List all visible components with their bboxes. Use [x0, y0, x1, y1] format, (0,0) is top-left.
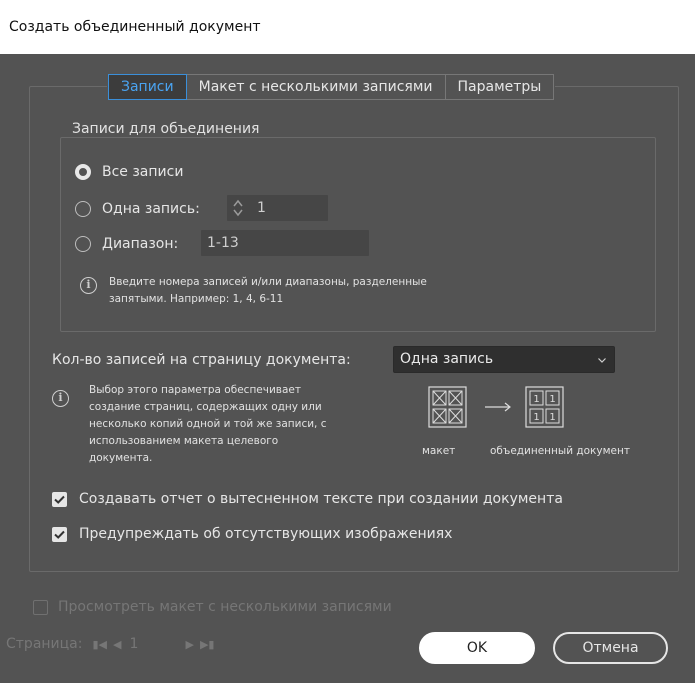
info-icon: i [80, 277, 97, 294]
checkmark-icon [54, 495, 65, 504]
radio-range-label: Диапазон: [102, 236, 179, 252]
svg-text:1: 1 [549, 412, 555, 423]
radio-single-record-label: Одна запись: [102, 201, 200, 217]
missing-images-checkbox[interactable] [52, 527, 67, 542]
tab-bar: Записи Макет с несколькими записями Пара… [107, 74, 556, 100]
radio-all-records[interactable]: Все записи [75, 164, 183, 180]
missing-images-label: Предупреждать об отсутствующих изображен… [79, 526, 453, 542]
svg-text:1: 1 [549, 394, 555, 405]
layout-diagram: 1 1 1 1 [428, 386, 564, 428]
tab-options[interactable]: Параметры [445, 74, 555, 100]
checkmark-icon [54, 530, 65, 539]
source-layout-icon [428, 386, 467, 428]
arrow-right-icon [485, 402, 511, 412]
page-label: Страница: [6, 636, 83, 652]
overset-report-checkbox[interactable] [52, 492, 67, 507]
overset-report-label: Создавать отчет о вытесненном тексте при… [79, 491, 563, 507]
svg-text:1: 1 [533, 412, 539, 423]
records-group-title: Записи для объединения [68, 121, 264, 137]
radio-button[interactable] [75, 236, 91, 252]
merged-document-icon: 1 1 1 1 [525, 386, 564, 428]
first-page-icon[interactable]: ▮◀ [92, 638, 107, 651]
last-page-icon[interactable]: ▶▮ [200, 638, 215, 651]
previous-page-icon[interactable]: ◀ [113, 638, 121, 651]
preview-checkbox[interactable] [33, 600, 48, 615]
records-per-page-hint: Выбор этого параметра обеспечивает созда… [89, 384, 327, 464]
info-icon: i [52, 390, 69, 407]
radio-single-record[interactable]: Одна запись: [75, 201, 200, 217]
cancel-button[interactable]: Отмена [553, 632, 668, 664]
diagram-source-label: макет [422, 445, 456, 457]
window-title: Создать объединенный документ [9, 19, 261, 35]
ok-button[interactable]: OK [419, 632, 535, 664]
records-per-page-label: Кол-во записей на страницу документа: [52, 352, 351, 368]
tab-records[interactable]: Записи [108, 74, 187, 100]
records-per-page-select[interactable]: Одна запись [393, 346, 615, 373]
radio-range[interactable]: Диапазон: [75, 236, 178, 252]
stepper-icon[interactable] [231, 196, 245, 220]
radio-all-records-label: Все записи [102, 164, 184, 180]
page-navigation: Страница: ▮◀ ◀ 1 ▶ ▶▮ [6, 636, 214, 652]
title-bar: Создать объединенный документ [0, 0, 695, 54]
page-number-field[interactable]: 1 [129, 636, 179, 652]
records-hint: Введите номера записей и/или диапазоны, … [109, 276, 427, 305]
next-page-icon[interactable]: ▶ [185, 638, 193, 651]
preview-label: Просмотреть макет с несколькими записями [58, 599, 392, 615]
svg-text:1: 1 [533, 394, 539, 405]
range-input[interactable]: 1-13 [201, 230, 369, 256]
records-per-page-value: Одна запись [400, 351, 494, 367]
radio-button-selected[interactable] [75, 164, 91, 180]
diagram-target-label: объединенный документ [490, 445, 630, 457]
radio-button[interactable] [75, 201, 91, 217]
chevron-down-icon [598, 358, 606, 363]
tab-multi-record-layout[interactable]: Макет с несколькими записями [186, 74, 446, 100]
